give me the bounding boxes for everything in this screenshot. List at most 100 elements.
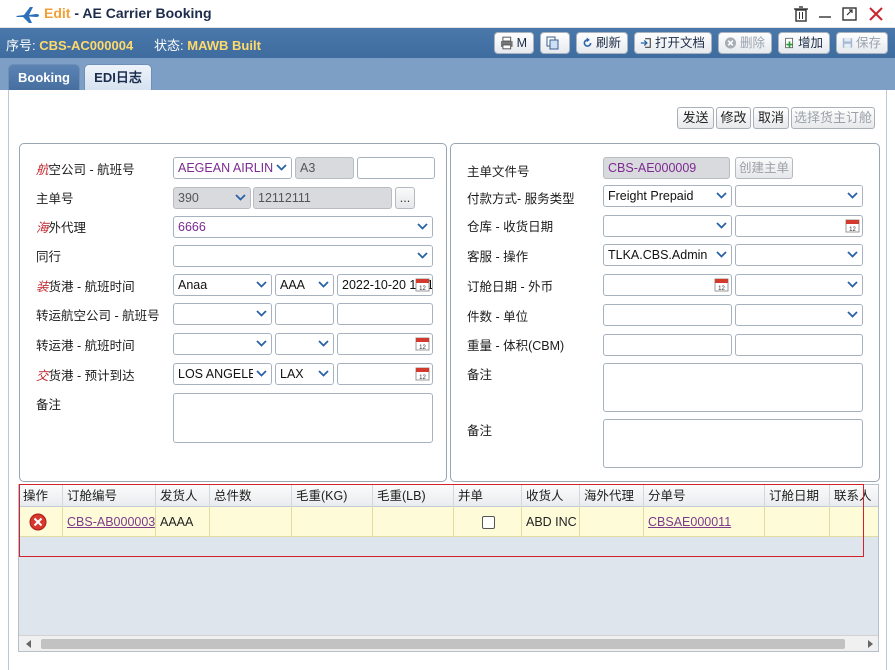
booking-date-cell [765,507,830,537]
select-shipper-booking-button[interactable]: 选择货主订舱 [791,107,875,129]
pieces-cell [210,507,292,537]
consolidate-checkbox[interactable] [482,516,495,529]
customer-service-select[interactable]: TLKA.CBS.Admin [603,244,732,266]
minimize-icon[interactable] [815,5,835,23]
transit-flight-time-field[interactable]: 12 [337,333,433,355]
eta-field[interactable]: 12 [337,363,433,385]
payment-method-select[interactable]: Freight Prepaid [603,185,732,207]
cancel-button[interactable]: 取消 [753,107,789,129]
chevron-down-icon [713,216,731,236]
weight-field[interactable] [603,334,732,356]
chevron-down-icon [844,186,862,206]
browse-mawb-button[interactable]: ... [395,187,415,209]
column-header[interactable]: 毛重(KG) [292,485,373,507]
airline-select[interactable]: AEGEAN AIRLIN [173,157,292,179]
right-remark-textarea-2[interactable] [603,419,863,468]
scrollbar-thumb[interactable] [41,639,845,649]
right-remark-label-1: 备注 [467,368,493,382]
calendar-icon[interactable]: 12 [415,336,430,351]
carrier-booking-window: { "window": {"title_prefix": "Edit", "ti… [0,0,895,670]
overseas-agent-label: 海外代理 [36,221,87,235]
pieces-field[interactable] [603,304,732,326]
pol-label: 装货港 - 航班时间 [36,280,135,294]
calendar-icon[interactable]: 12 [845,218,860,233]
modify-button[interactable]: 修改 [716,107,751,129]
delete-row-icon[interactable] [29,513,47,531]
title-bar: Edit - AE Carrier Booking [0,0,895,28]
column-header[interactable]: 并单 [454,485,522,507]
calendar-icon[interactable]: 12 [415,366,430,381]
tab-strip: Booking EDI日志 [0,58,895,90]
create-master-button[interactable]: 创建主单 [735,157,793,179]
transit-port-code-select[interactable] [275,333,334,355]
receipt-date-field[interactable]: 12 [735,215,863,237]
service-type-select[interactable] [735,185,863,207]
scroll-right-icon[interactable] [865,639,875,649]
column-header[interactable]: 总件数 [210,485,292,507]
chevron-down-icon [253,304,271,324]
column-header[interactable]: 操作 [19,485,63,507]
transit-flight-number-field[interactable] [337,303,433,325]
peer-label: 同行 [36,250,62,264]
close-icon[interactable] [866,5,886,23]
right-remark-textarea-1[interactable] [603,363,863,412]
warehouse-select[interactable] [603,215,732,237]
booking-number-link[interactable]: CBS-AB000003 [67,515,155,529]
operator-select[interactable] [735,244,863,266]
column-header[interactable]: 发货人 [156,485,210,507]
left-remark-textarea[interactable] [173,393,433,443]
trash-icon[interactable] [791,5,811,23]
column-header[interactable]: 订舱编号 [63,485,156,507]
open-document-button[interactable]: 打开文档 [634,32,712,54]
booking-date-field[interactable]: 12 [603,274,732,296]
calendar-icon[interactable]: 12 [415,277,430,292]
pol-select[interactable]: Anaa [173,274,272,296]
info-bar: 序号: CBS-AC000004 状态: MAWB Built M 刷新 打开文… [0,28,895,58]
horizontal-scrollbar[interactable] [19,635,878,651]
flight-time-field[interactable]: 2022-10-20 13:1 12 [337,274,433,296]
scroll-left-icon[interactable] [24,639,34,649]
airline-code-field: A3 [295,157,354,179]
add-button[interactable]: 增加 [778,32,830,54]
column-header[interactable]: 收货人 [522,485,580,507]
copy-button[interactable] [540,32,570,54]
tab-booking[interactable]: Booking [8,64,80,90]
save-button[interactable]: 保存 [836,32,888,54]
maximize-icon[interactable] [840,5,860,23]
transit-airline-code-field[interactable] [275,303,334,325]
column-header[interactable]: 联系人 [830,485,878,507]
unit-select[interactable] [735,304,863,326]
column-header[interactable]: 毛重(LB) [373,485,454,507]
volume-field[interactable] [735,334,863,356]
tab-edi-log[interactable]: EDI日志 [84,64,152,90]
chevron-down-icon [414,217,432,237]
column-header[interactable]: 海外代理 [580,485,644,507]
delete-button[interactable]: 删除 [718,32,772,54]
refresh-button[interactable]: 刷新 [576,32,628,54]
table-row[interactable]: CBS-AB000003 AAAA ABD INC CBSAE000011 [19,507,878,537]
pol-code-select[interactable]: AAA [275,274,334,296]
pod-select[interactable]: LOS ANGELE [173,363,272,385]
printer-icon [500,36,513,50]
column-header[interactable]: 订舱日期 [765,485,830,507]
print-button[interactable]: M [494,32,534,54]
peer-select[interactable] [173,245,433,267]
transit-port-select[interactable] [173,333,272,355]
send-button[interactable]: 发送 [677,107,714,129]
transit-airline-select[interactable] [173,303,272,325]
calendar-icon[interactable]: 12 [714,277,729,292]
chevron-down-icon [232,188,250,208]
overseas-agent-select[interactable]: 6666 [173,216,433,238]
pod-code-select[interactable]: LAX [275,363,334,385]
hawb-link[interactable]: CBSAE000011 [648,515,731,529]
svg-text:12: 12 [419,345,426,351]
chevron-down-icon [253,364,271,384]
hawb-cell[interactable]: CBSAE000011 [644,507,765,537]
currency-select[interactable] [735,274,863,296]
transit-airline-label: 转运航空公司 - 航班号 [36,309,160,323]
flight-number-field[interactable] [357,157,435,179]
mawb-label: 主单号 [36,192,74,206]
column-header[interactable]: 分单号 [644,485,765,507]
pod-label: 交货港 - 预计到达 [36,369,135,383]
booking-number-cell[interactable]: CBS-AB000003 [63,507,156,537]
